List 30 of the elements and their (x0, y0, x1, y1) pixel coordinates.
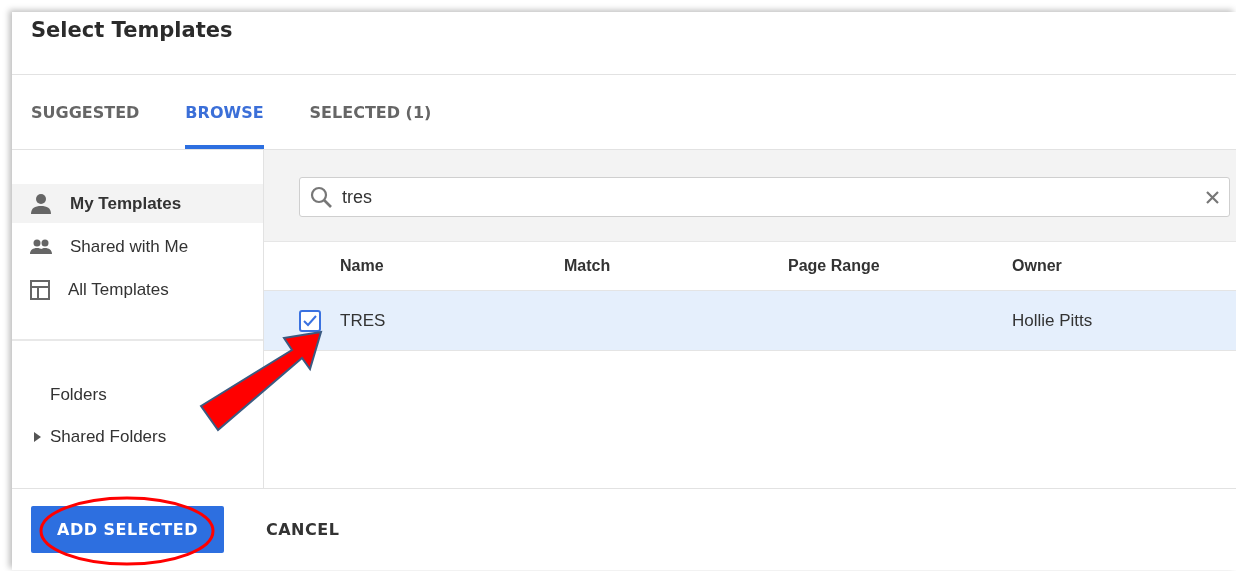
sidebar-item-label: Shared with Me (70, 236, 189, 257)
column-header: Name (340, 257, 385, 275)
cancel-button[interactable]: CANCEL (265, 506, 340, 553)
tab[interactable]: BROWSE (185, 75, 264, 149)
table-cell: TRES (340, 310, 386, 330)
sidebar-item[interactable]: Shared with Me (12, 227, 263, 266)
sidebar-item-label: My Templates (70, 193, 182, 214)
checkbox[interactable] (299, 309, 321, 332)
check-icon (303, 314, 317, 327)
people-icon (30, 238, 52, 255)
person-icon (30, 192, 52, 215)
add-selected-button[interactable]: ADD SELECTED (31, 506, 224, 553)
sidebar-item[interactable]: All Templates (12, 270, 263, 309)
table-cell: Hollie Pitts (1012, 310, 1093, 330)
tab[interactable]: SELECTED (1) (309, 75, 432, 149)
caret-right-icon[interactable] (32, 432, 42, 442)
layout-icon (30, 279, 50, 300)
search-icon (310, 186, 332, 208)
close-icon[interactable] (1206, 190, 1219, 204)
folder-item[interactable]: Shared Folders (50, 427, 167, 447)
search-field[interactable]: tres (299, 177, 1230, 217)
sidebar-item[interactable]: My Templates (12, 184, 263, 223)
tab[interactable]: SUGGESTED (31, 75, 140, 149)
column-header: Owner (1012, 257, 1063, 275)
dialog-title: Select Templates (31, 18, 233, 42)
sidebar-item-label: All Templates (68, 279, 169, 300)
column-header: Match (564, 257, 612, 275)
table-row[interactable]: TRES Hollie Pitts (264, 291, 1236, 351)
column-header: Page Range (788, 257, 881, 275)
folders-label: Folders (49, 385, 108, 405)
